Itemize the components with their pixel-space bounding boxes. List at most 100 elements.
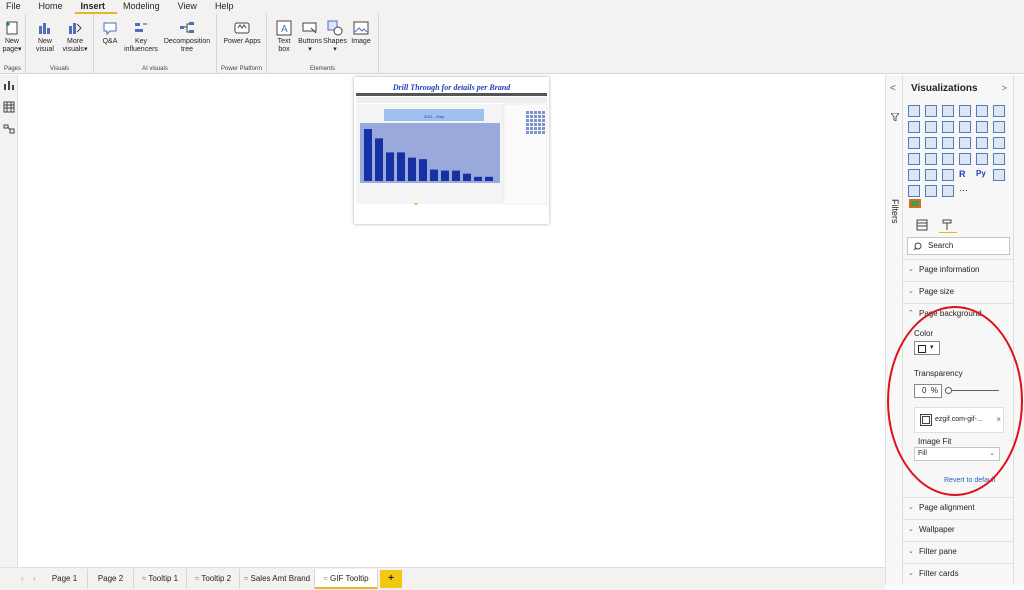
section-filter-cards[interactable]: ⌄ Filter cards <box>903 563 1014 583</box>
scatter-chart-icon[interactable] <box>942 137 954 149</box>
stacked-area-chart-icon[interactable] <box>942 121 954 133</box>
data-view-icon[interactable] <box>3 101 15 113</box>
filters-pane-collapsed[interactable]: < Filters <box>885 75 903 585</box>
menu-insert[interactable]: Insert <box>74 0 118 14</box>
r-visual-icon[interactable]: R <box>959 169 971 181</box>
report-page-thumbnail[interactable]: Drill Through for details per Brand 2011… <box>354 77 549 224</box>
gauge-icon[interactable] <box>942 153 954 165</box>
map-icon[interactable] <box>908 153 920 165</box>
chevron-down-icon: ⌄ <box>908 266 914 273</box>
filled-map-icon[interactable] <box>925 153 937 165</box>
multi-row-card-icon[interactable] <box>976 153 988 165</box>
waterfall-chart-icon[interactable] <box>908 137 920 149</box>
fields-tab-icon[interactable] <box>916 219 928 231</box>
decomposition-tree-button[interactable]: Decomposition tree <box>160 20 214 54</box>
menu-modeling[interactable]: Modeling <box>117 0 172 14</box>
report-view-icon[interactable] <box>3 79 15 91</box>
funnel-chart-icon[interactable] <box>925 137 937 149</box>
key-influencers-visual-icon[interactable] <box>993 169 1005 181</box>
new-page-button[interactable]: New page▾ <box>1 20 23 54</box>
card-icon[interactable] <box>959 153 971 165</box>
fields-pane-edge[interactable] <box>1014 75 1024 585</box>
donut-chart-icon[interactable] <box>976 137 988 149</box>
embedded-grid-cell <box>534 127 537 130</box>
embedded-grid-cell <box>530 115 533 118</box>
menu-help[interactable]: Help <box>209 0 246 14</box>
text-box-button[interactable]: A Text box <box>273 20 295 54</box>
ribbon-group-elements: A Text box Buttons ▾ Shapes ▾ Image Elemen… <box>267 14 379 74</box>
buttons-button[interactable]: Buttons ▾ <box>297 20 323 54</box>
ribbon-chart-icon[interactable] <box>993 121 1005 133</box>
power-apps-icon <box>234 22 250 34</box>
more-visuals-button[interactable]: More visuals▾ <box>60 20 90 54</box>
chevron-down-icon: ⌄ <box>908 548 914 555</box>
tab-gif-tooltip[interactable]: ≈ GIF Tooltip <box>315 569 378 589</box>
custom-visual-icon[interactable] <box>909 199 921 208</box>
embedded-bar <box>441 170 449 181</box>
tab-sales-amt-brand[interactable]: ≈ Sales Amt Brand <box>240 569 315 589</box>
menu-home[interactable]: Home <box>33 0 75 14</box>
add-page-button[interactable]: + <box>380 570 402 588</box>
section-page-size[interactable]: ⌄ Page size <box>903 281 1014 301</box>
decomposition-tree-visual-icon[interactable] <box>908 185 920 197</box>
embedded-grid-cell <box>530 131 533 134</box>
next-page-arrow-icon[interactable]: › <box>33 574 36 583</box>
menu-file[interactable]: File <box>0 0 33 14</box>
tab-page-2[interactable]: Page 2 <box>88 569 134 589</box>
area-chart-icon[interactable] <box>925 121 937 133</box>
more-visuals-icon[interactable]: ··· <box>959 185 971 197</box>
image-label: Image <box>351 38 371 45</box>
page-tabs-bar: ‹ › Page 1 Page 2 ≈ Tooltip 1 ≈ Tooltip … <box>0 567 885 590</box>
qna-visual-icon[interactable] <box>925 185 937 197</box>
pie-chart-icon[interactable] <box>959 137 971 149</box>
prev-page-arrow-icon[interactable]: ‹ <box>21 574 24 583</box>
line-column-chart-icon[interactable] <box>959 121 971 133</box>
new-visual-label: New visual <box>36 38 54 53</box>
treemap-icon[interactable] <box>993 137 1005 149</box>
tab-page-1[interactable]: Page 1 <box>42 569 88 589</box>
section-page-information[interactable]: ⌄ Page information <box>903 259 1014 279</box>
tab-tooltip-1[interactable]: ≈ Tooltip 1 <box>134 569 187 589</box>
section-filter-pane[interactable]: ⌄ Filter pane <box>903 541 1014 561</box>
embedded-grid-cell <box>526 127 529 130</box>
section-page-alignment[interactable]: ⌄ Page alignment <box>903 497 1014 517</box>
model-view-icon[interactable] <box>3 123 15 135</box>
power-apps-button[interactable]: Power Apps <box>221 20 263 46</box>
menu-view[interactable]: View <box>172 0 209 14</box>
new-visual-button[interactable]: New visual <box>34 20 56 54</box>
python-visual-icon[interactable]: Py <box>976 169 988 181</box>
clustered-bar-chart-icon[interactable] <box>942 105 954 117</box>
qna-button[interactable]: Q&A <box>98 20 122 46</box>
power-apps-label: Power Apps <box>223 38 261 45</box>
clustered-column-chart-icon[interactable] <box>959 105 971 117</box>
line-chart-icon[interactable] <box>908 121 920 133</box>
embedded-bar <box>485 176 493 181</box>
embedded-grid-cell <box>542 115 545 118</box>
format-paint-roller-icon[interactable] <box>942 219 952 230</box>
line-clustered-column-icon[interactable] <box>976 121 988 133</box>
stacked-bar-chart-icon[interactable] <box>908 105 920 117</box>
collapse-icon[interactable]: < <box>890 83 896 94</box>
100-bar-chart-icon[interactable] <box>976 105 988 117</box>
buttons-icon <box>302 22 317 34</box>
kpi-icon[interactable] <box>993 153 1005 165</box>
stacked-column-chart-icon[interactable] <box>925 105 937 117</box>
embedded-grid-cell <box>542 123 545 126</box>
slicer-icon[interactable] <box>908 169 920 181</box>
embedded-tab-marker <box>414 203 418 205</box>
expand-chevron-icon[interactable]: > <box>1002 83 1007 93</box>
section-wallpaper[interactable]: ⌄ Wallpaper <box>903 519 1014 539</box>
key-influencers-button[interactable]: Key influencers <box>122 20 160 54</box>
shapes-icon <box>327 20 343 36</box>
smart-narrative-icon[interactable] <box>942 185 954 197</box>
100-column-chart-icon[interactable] <box>993 105 1005 117</box>
search-input[interactable]: Search <box>907 237 1010 255</box>
table-icon[interactable] <box>925 169 937 181</box>
matrix-icon[interactable] <box>942 169 954 181</box>
tab-tooltip-2[interactable]: ≈ Tooltip 2 <box>187 569 240 589</box>
shapes-button[interactable]: Shapes ▾ <box>323 20 347 54</box>
tab-label: Page 1 <box>51 574 78 583</box>
text-box-icon: A <box>276 20 292 36</box>
embedded-grid-cell <box>530 123 533 126</box>
image-button[interactable]: Image <box>349 20 373 46</box>
